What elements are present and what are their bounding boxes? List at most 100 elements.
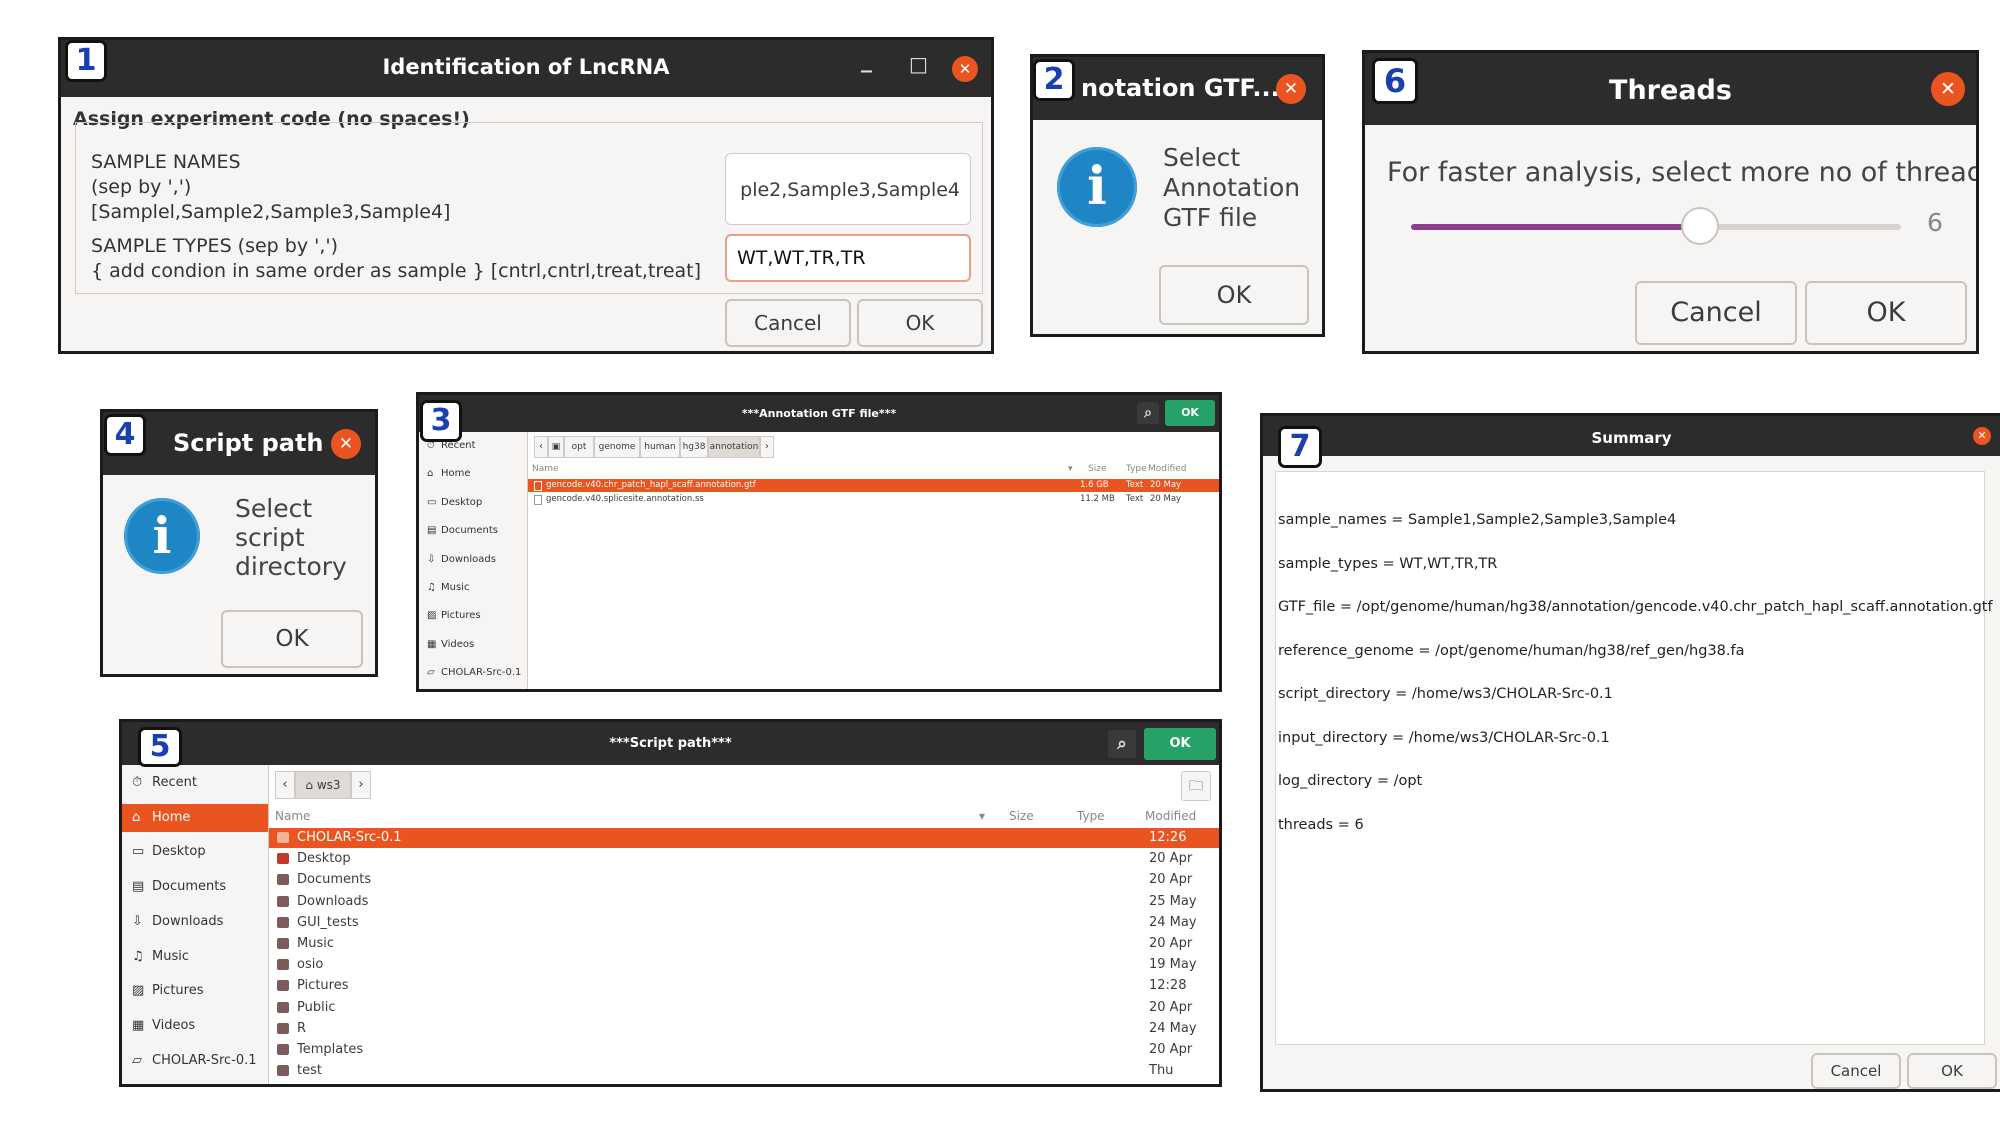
sidebar-item-label: Home bbox=[441, 468, 471, 480]
column-type[interactable]: Type bbox=[1077, 809, 1105, 823]
file-row[interactable]: gencode.v40.chr_patch_hapl_scaff.annotat… bbox=[528, 479, 1219, 492]
maximize-icon[interactable]: □ bbox=[909, 52, 928, 76]
folder-row[interactable]: test Thu bbox=[269, 1061, 1219, 1081]
file-name: gencode.v40.chr_patch_hapl_scaff.annotat… bbox=[546, 480, 756, 490]
ok-button[interactable]: OK bbox=[1907, 1053, 1997, 1089]
folder-row[interactable]: Desktop 20 Apr bbox=[269, 849, 1219, 869]
new-folder-button[interactable]: 🗀 bbox=[1181, 771, 1211, 801]
close-icon[interactable]: ✕ bbox=[331, 429, 361, 459]
sidebar-item-desktop[interactable]: ▭ Desktop bbox=[122, 838, 268, 866]
search-button[interactable]: ⌕ bbox=[1108, 730, 1136, 758]
file-row[interactable]: gencode.v40.splicesite.annotation.ss 11.2… bbox=[528, 493, 1219, 506]
sidebar-item-videos[interactable]: ▦ Videos bbox=[419, 635, 527, 655]
folder-icon bbox=[277, 895, 289, 907]
sort-icon[interactable]: ▾ bbox=[979, 809, 985, 823]
sidebar-item-cholar-src-0-1[interactable]: ▱ CHOLAR-Src-0.1 bbox=[419, 663, 527, 683]
video-icon: ▦ bbox=[427, 638, 437, 650]
folder-row[interactable]: Templates 20 Apr bbox=[269, 1040, 1219, 1060]
folder-row[interactable]: osio 19 May bbox=[269, 955, 1219, 975]
file-name: gencode.v40.splicesite.annotation.ss bbox=[546, 494, 704, 504]
folder-row[interactable]: R 24 May bbox=[269, 1019, 1219, 1039]
folder-name: Music bbox=[297, 936, 334, 951]
back-icon[interactable]: ‹ bbox=[534, 436, 548, 458]
forward-icon[interactable]: › bbox=[760, 436, 774, 458]
sidebar-item-pictures[interactable]: ▨ Pictures bbox=[122, 977, 268, 1005]
close-icon[interactable]: ✕ bbox=[952, 56, 978, 82]
back-icon[interactable]: ‹ bbox=[275, 771, 295, 799]
column-name[interactable]: Name bbox=[532, 464, 559, 474]
sidebar-item-cholar-src-0-1[interactable]: ▱ CHOLAR-Src-0.1 bbox=[122, 1047, 268, 1075]
sidebar-item-pictures[interactable]: ▨ Pictures bbox=[419, 606, 527, 626]
sidebar-item-documents[interactable]: ▤ Documents bbox=[419, 521, 527, 541]
path-segment-hg38[interactable]: hg38 bbox=[680, 436, 708, 458]
dialog-title: Threads bbox=[1609, 75, 1732, 106]
drive-icon[interactable]: ▣ bbox=[548, 436, 564, 458]
column-size[interactable]: Size bbox=[1009, 809, 1034, 823]
search-button[interactable]: ⌕ bbox=[1137, 402, 1159, 424]
sidebar-item-label: Documents bbox=[152, 879, 227, 895]
column-size[interactable]: Size bbox=[1088, 464, 1106, 474]
sidebar-item-home[interactable]: ⌂ Home bbox=[419, 464, 527, 484]
path-segment-genome[interactable]: genome bbox=[594, 436, 640, 458]
sidebar-item-home[interactable]: ⌂ Home bbox=[122, 803, 268, 832]
folder-row[interactable]: Music 20 Apr bbox=[269, 934, 1219, 954]
column-modified[interactable]: Modified bbox=[1148, 464, 1186, 474]
path-segment-label: ws3 bbox=[316, 778, 341, 792]
folder-row[interactable]: GUI_tests 24 May bbox=[269, 913, 1219, 933]
cancel-button[interactable]: Cancel bbox=[1811, 1053, 1901, 1089]
sidebar-item-downloads[interactable]: ⇩ Downloads bbox=[419, 550, 527, 570]
summary-line: script_directory = /home/ws3/CHOLAR-Src-… bbox=[1278, 686, 1613, 702]
summary-text-area[interactable]: sample_names = Sample1,Sample2,Sample3,S… bbox=[1275, 471, 1993, 1045]
column-modified[interactable]: Modified bbox=[1145, 809, 1196, 823]
cancel-button[interactable]: Cancel bbox=[725, 299, 851, 347]
path-segment-home[interactable]: ⌂ ws3 bbox=[295, 771, 351, 799]
close-icon[interactable]: ✕ bbox=[1973, 427, 1991, 445]
folder-row[interactable]: CHOLAR-Src-0.1 12:26 bbox=[269, 828, 1219, 848]
path-segment-opt[interactable]: opt bbox=[564, 436, 594, 458]
sidebar-item-music[interactable]: ♫ Music bbox=[419, 578, 527, 598]
column-name[interactable]: Name bbox=[275, 809, 310, 823]
close-icon[interactable]: ✕ bbox=[1276, 74, 1306, 104]
ok-button[interactable]: OK bbox=[857, 299, 983, 347]
titlebar: ***Script path*** ⌕ OK bbox=[122, 722, 1219, 765]
slider-handle[interactable] bbox=[1681, 207, 1720, 245]
folder-icon bbox=[277, 916, 289, 928]
script-path-file-chooser: ***Script path*** ⌕ OK ⏱ Recent ⌂ Home ▭ Desk… bbox=[119, 719, 1222, 1087]
sidebar-item-music[interactable]: ♫ Music bbox=[122, 943, 268, 971]
folder-row[interactable]: Pictures 12:28 bbox=[269, 976, 1219, 996]
ok-button[interactable]: OK bbox=[1144, 728, 1216, 760]
step-badge-7: 7 bbox=[1278, 426, 1322, 468]
summary-line: reference_genome = /opt/genome/human/hg3… bbox=[1278, 642, 1745, 659]
ok-button[interactable]: OK bbox=[1159, 265, 1309, 325]
sidebar-item-videos[interactable]: ▦ Videos bbox=[122, 1012, 268, 1040]
folder-modified: 25 May bbox=[1149, 893, 1197, 909]
ok-button[interactable]: OK bbox=[1165, 400, 1215, 426]
close-icon[interactable]: ✕ bbox=[1931, 72, 1965, 106]
folder-row[interactable]: Documents 20 Apr bbox=[269, 870, 1219, 890]
ok-button[interactable]: OK bbox=[1805, 281, 1967, 345]
picture-icon: ▨ bbox=[132, 983, 145, 999]
minimize-icon[interactable]: _ bbox=[861, 48, 872, 73]
folder-name: R bbox=[297, 1020, 307, 1036]
threads-slider[interactable] bbox=[1411, 207, 1901, 245]
cancel-button[interactable]: Cancel bbox=[1635, 281, 1797, 345]
sample-types-input[interactable]: WT,WT,TR,TR bbox=[725, 234, 971, 282]
folder-row[interactable]: Public 20 Apr bbox=[269, 998, 1219, 1018]
sidebar-item-documents[interactable]: ▤ Documents bbox=[122, 873, 268, 901]
ok-button[interactable]: OK bbox=[221, 610, 363, 668]
sample-names-input[interactable]: ple2,Sample3,Sample4 bbox=[725, 153, 971, 225]
forward-icon[interactable]: › bbox=[351, 771, 371, 799]
folder-row[interactable]: Downloads 25 May bbox=[269, 892, 1219, 912]
path-segment-human[interactable]: human bbox=[640, 436, 680, 458]
sort-icon[interactable]: ▾ bbox=[1068, 464, 1073, 474]
sidebar-item-recent[interactable]: ⏱ Recent bbox=[122, 769, 268, 797]
sidebar-item-downloads[interactable]: ⇩ Downloads bbox=[122, 908, 268, 936]
step-badge-4: 4 bbox=[104, 414, 146, 456]
slider-fill bbox=[1411, 224, 1701, 230]
sidebar-item-label: Documents bbox=[441, 525, 499, 537]
picture-icon: ▨ bbox=[427, 610, 437, 622]
path-segment-annotation[interactable]: annotation bbox=[708, 436, 760, 458]
sidebar-item-desktop[interactable]: ▭ Desktop bbox=[419, 493, 527, 513]
folder-modified: 20 Apr bbox=[1149, 851, 1193, 867]
column-type[interactable]: Type bbox=[1126, 464, 1147, 474]
